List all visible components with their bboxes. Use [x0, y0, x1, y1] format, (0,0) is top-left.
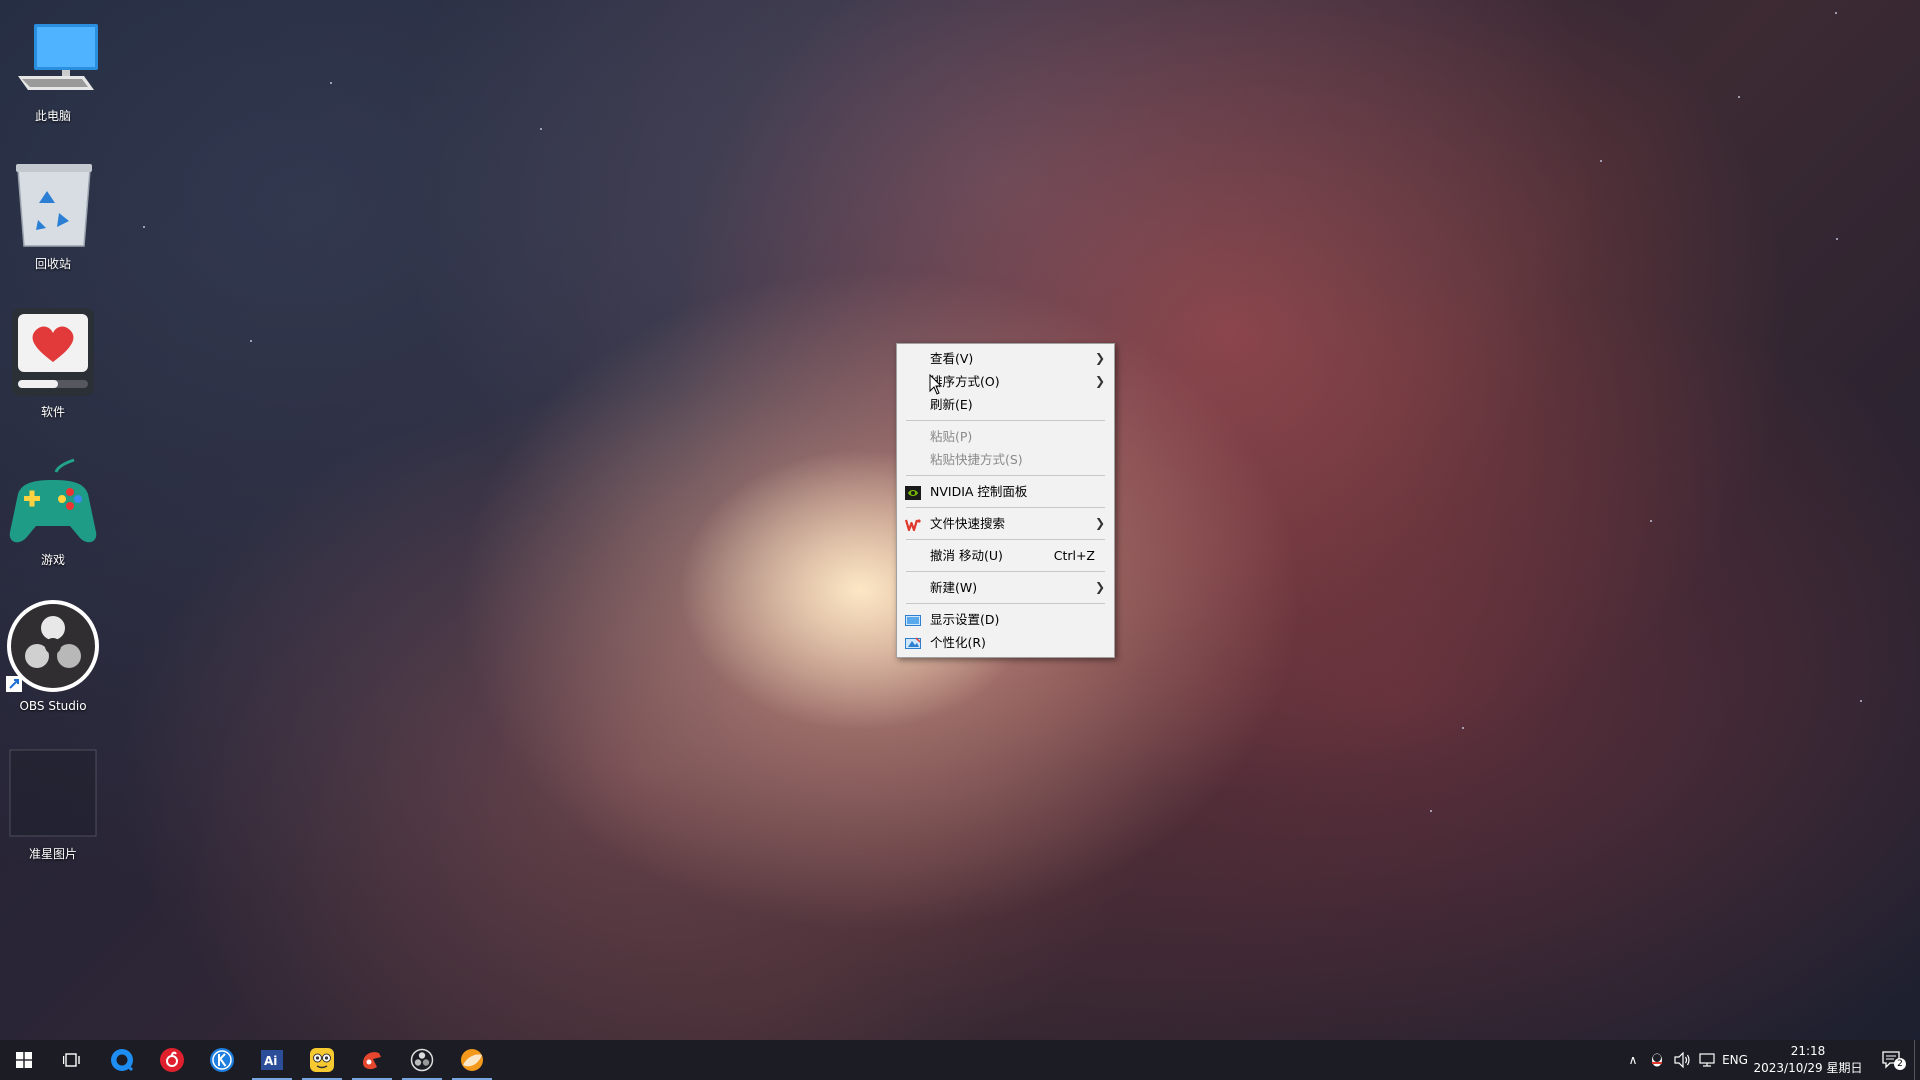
desktop-icon-games[interactable]: 游戏 [4, 454, 102, 568]
menu-item-label: 个性化(R) [930, 635, 986, 650]
taskbar-app-netease-music[interactable] [148, 1040, 196, 1080]
menu-item-label: NVIDIA 控制面板 [930, 484, 1028, 499]
desktop-icon-label: OBS Studio [19, 699, 87, 713]
obs-icon [4, 600, 102, 696]
orange-app-icon [461, 1049, 483, 1071]
input-language-button[interactable]: ENG [1720, 1040, 1750, 1080]
netease-music-icon [160, 1048, 184, 1072]
game-assistant-icon [310, 1048, 334, 1072]
time-label: 21:18 [1790, 1044, 1826, 1058]
menu-separator [906, 475, 1105, 476]
taskbar-app-editor[interactable]: Ai [248, 1040, 296, 1080]
browser-icon [111, 1049, 134, 1072]
shortcut-label: Ctrl+Z [1053, 548, 1095, 563]
network-icon [1699, 1053, 1715, 1067]
heart-folder-icon [4, 306, 102, 402]
menu-item-label: 查看(V) [930, 351, 974, 366]
show-hidden-icons-button[interactable]: ∧ [1622, 1040, 1644, 1080]
taskbar-app-obs[interactable] [398, 1040, 446, 1080]
menu-item-view[interactable]: 查看(V) ❯ [897, 347, 1114, 370]
desktop-icon-label: 准星图片 [28, 847, 77, 861]
wps-icon [904, 516, 921, 532]
network-button[interactable] [1695, 1040, 1719, 1080]
mouse-cursor-icon [929, 373, 943, 400]
menu-separator [906, 539, 1105, 540]
svg-text:Ai: Ai [264, 1054, 277, 1068]
recycle-bin-icon [4, 158, 102, 254]
menu-item-label: 粘贴(P) [930, 429, 973, 444]
menu-separator [906, 507, 1105, 508]
menu-item-label: 文件快速搜索 [930, 516, 1006, 531]
desktop-icon-label: 回收站 [34, 257, 71, 271]
menu-item-label: 显示设置(D) [930, 612, 1000, 627]
desktop-icon-label: 此电脑 [34, 109, 71, 123]
chevron-up-icon: ∧ [1628, 1053, 1638, 1067]
menu-separator [906, 571, 1105, 572]
chevron-right-icon: ❯ [1094, 516, 1105, 530]
desktop-wallpaper[interactable]: 此电脑 回收站 软件 游戏 OBS Studio 准星图片 查看(V) ❯ 排序… [0, 0, 1920, 1040]
desktop-icon-software[interactable]: 软件 [4, 306, 102, 420]
windows-icon [16, 1052, 32, 1068]
nvidia-icon [905, 484, 921, 500]
desktop-icon-label: 软件 [40, 405, 65, 419]
taskbar-app-kugou[interactable] [198, 1040, 246, 1080]
desktop-icon-recycle-bin[interactable]: 回收站 [4, 158, 102, 272]
menu-item-undo-move[interactable]: 撤消 移动(U) Ctrl+Z [897, 544, 1114, 567]
kugou-icon [210, 1048, 234, 1072]
obs-icon [410, 1048, 434, 1072]
personalize-icon [905, 635, 921, 649]
action-center-button[interactable]: 2 [1872, 1040, 1912, 1080]
menu-separator [906, 420, 1105, 421]
menu-item-new[interactable]: 新建(W) ❯ [897, 576, 1114, 599]
date-label: 2023/10/29 星期日 [1753, 1061, 1863, 1075]
taskbar-app-orange[interactable] [448, 1040, 496, 1080]
chevron-right-icon: ❯ [1094, 374, 1105, 388]
menu-item-label: 新建(W) [930, 580, 978, 595]
menu-item-label: 撤消 移动(U) [930, 548, 1003, 563]
tray-app-icon[interactable] [1645, 1040, 1669, 1080]
computer-icon [4, 10, 102, 106]
gamepad-icon [4, 454, 102, 550]
chevron-right-icon: ❯ [1094, 351, 1105, 365]
desktop-icon-this-pc[interactable]: 此电脑 [4, 10, 102, 124]
chevron-right-icon: ❯ [1094, 580, 1105, 594]
show-desktop-button[interactable] [1914, 1040, 1920, 1080]
menu-item-file-search[interactable]: 文件快速搜索 ❯ [897, 512, 1114, 535]
taskbar-app-browser[interactable] [98, 1040, 146, 1080]
menu-item-display-settings[interactable]: 显示设置(D) [897, 608, 1114, 631]
display-icon [905, 612, 921, 626]
record-icon [363, 1052, 381, 1070]
taskbar: Ai ∧ ENG 21:18 2023/10/29 星期日 2 [0, 1040, 1920, 1080]
start-button[interactable] [0, 1040, 48, 1080]
taskbar-app-record[interactable] [348, 1040, 396, 1080]
task-view-icon [63, 1053, 80, 1067]
menu-item-paste-shortcut: 粘贴快捷方式(S) [897, 448, 1114, 471]
image-file-icon [4, 748, 102, 844]
editor-icon: Ai [261, 1050, 283, 1070]
clock-button[interactable]: 21:18 2023/10/29 星期日 [1748, 1043, 1868, 1077]
taskbar-app-game-assistant[interactable] [298, 1040, 346, 1080]
menu-item-label: 粘贴快捷方式(S) [930, 452, 1023, 467]
menu-item-paste: 粘贴(P) [897, 425, 1114, 448]
menu-item-personalize[interactable]: 个性化(R) [897, 631, 1114, 654]
menu-separator [906, 603, 1105, 604]
notification-count-badge: 2 [1894, 1058, 1906, 1070]
language-label: ENG [1722, 1053, 1748, 1067]
menu-item-nvidia-control-panel[interactable]: NVIDIA 控制面板 [897, 480, 1114, 503]
desktop-icon-crosshair-image[interactable]: 准星图片 [4, 748, 102, 862]
task-view-button[interactable] [48, 1040, 96, 1080]
volume-button[interactable] [1670, 1040, 1694, 1080]
speaker-icon [1674, 1052, 1690, 1068]
desktop-icon-label: 游戏 [40, 553, 65, 567]
desktop-icon-obs-studio[interactable]: OBS Studio [4, 600, 102, 714]
qq-penguin-icon [1652, 1053, 1662, 1067]
